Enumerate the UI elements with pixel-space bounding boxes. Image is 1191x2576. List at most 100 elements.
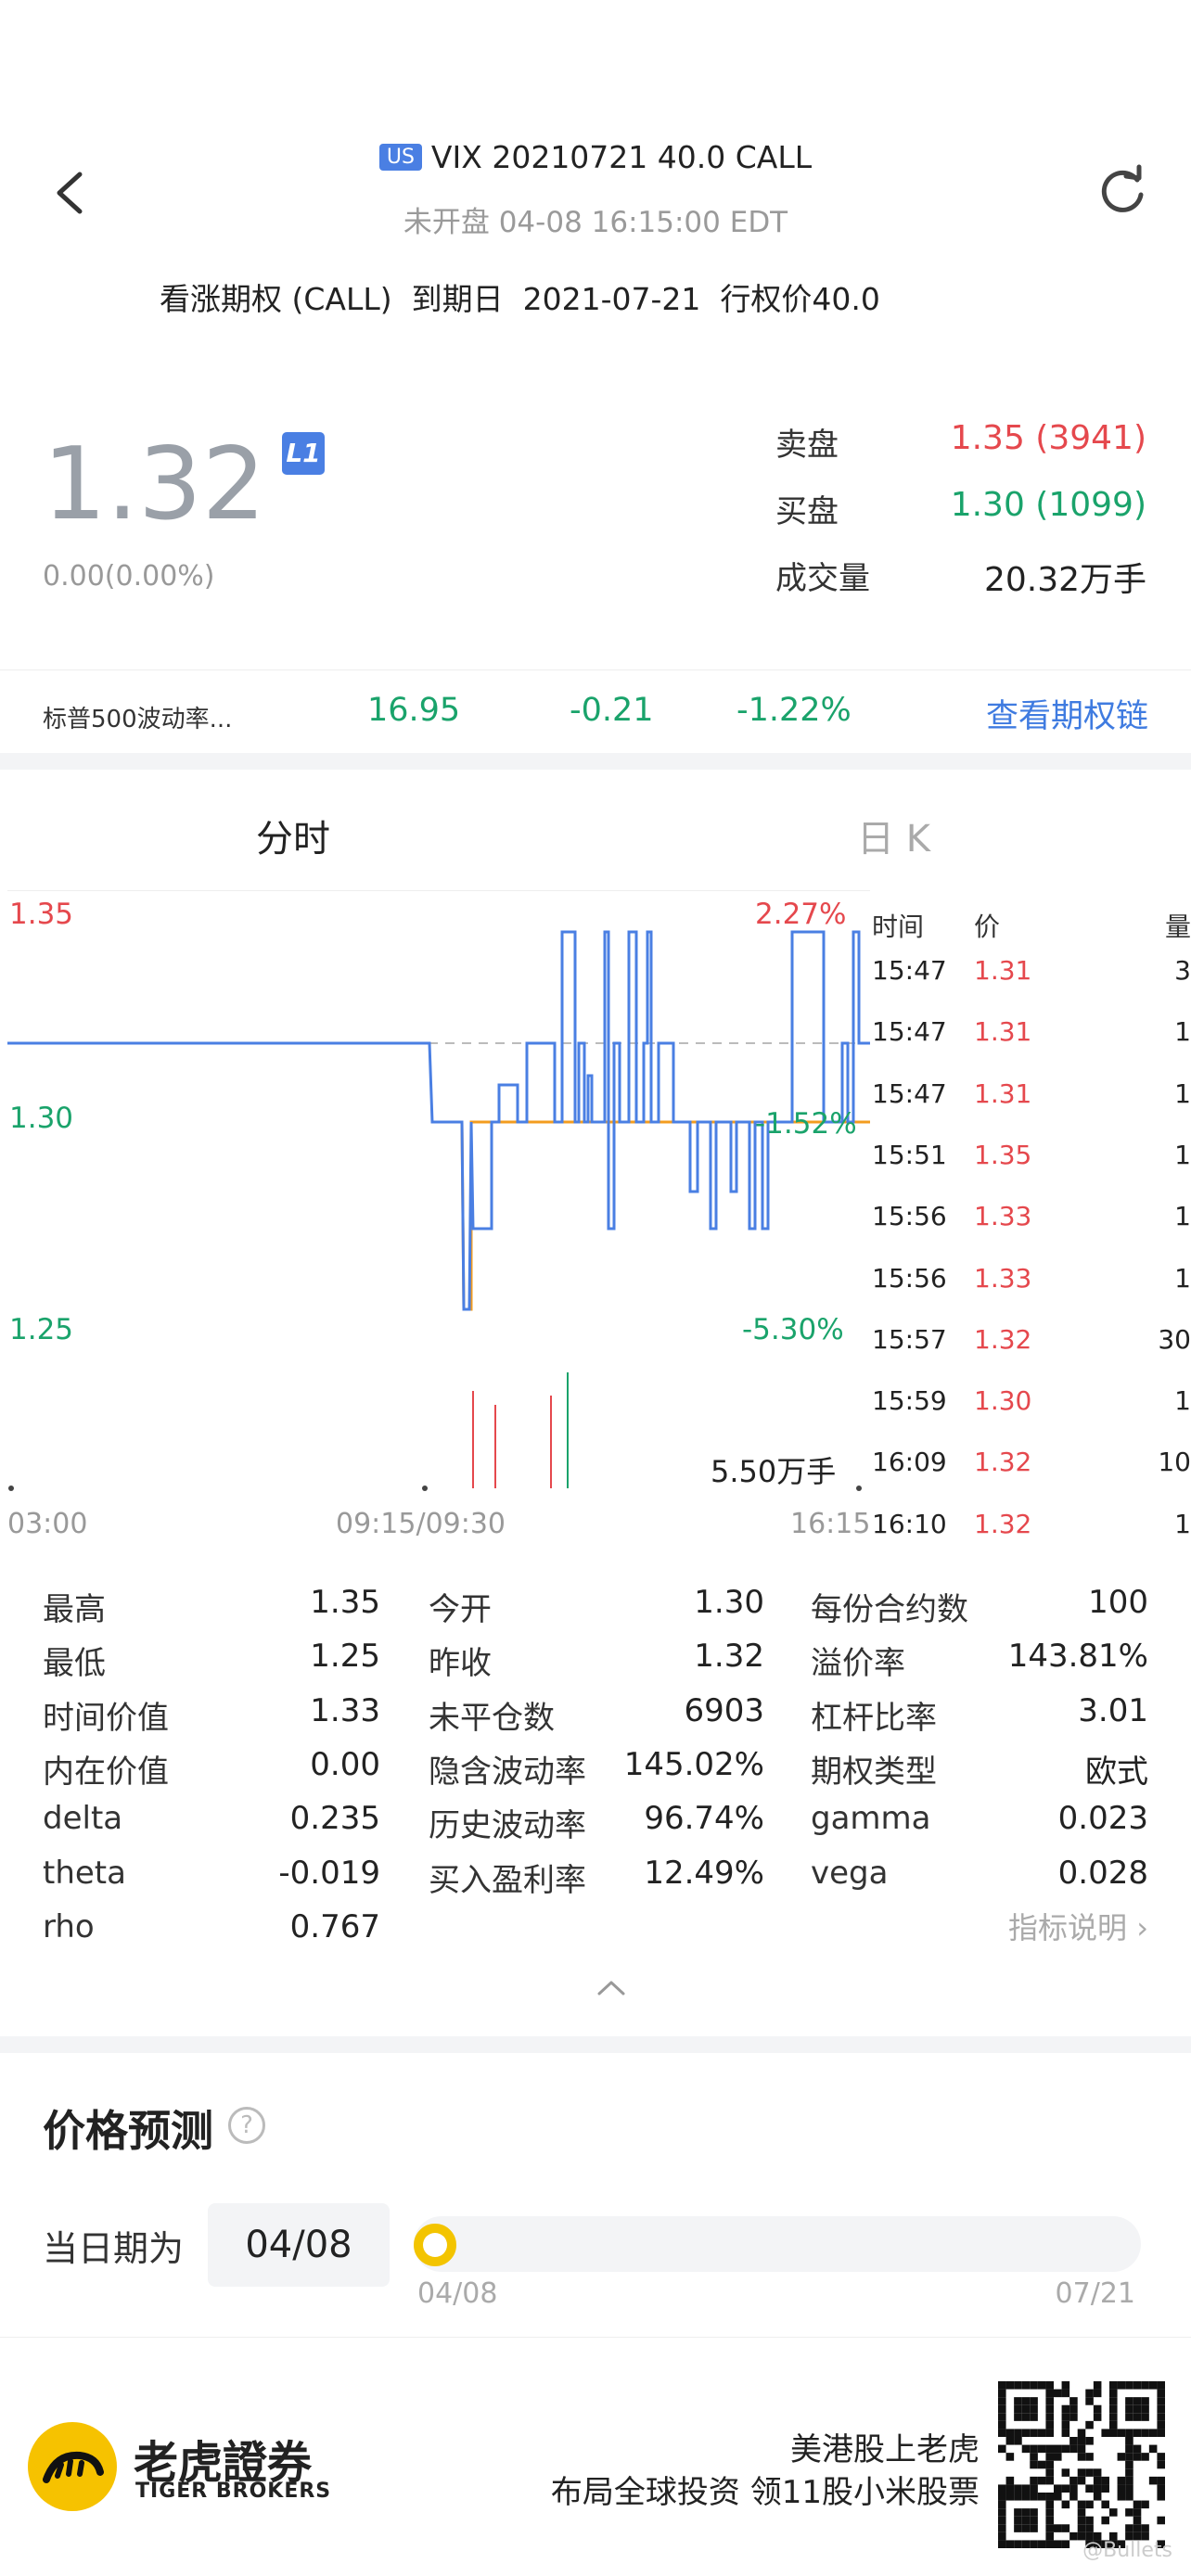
stat-value: 6903	[684, 1691, 764, 1729]
stat-value: 欧式	[1085, 1753, 1148, 1791]
page-title: US VIX 20210721 40.0 CALL	[0, 139, 1191, 175]
stat-value: 12.49%	[644, 1854, 764, 1892]
section-divider	[0, 2036, 1191, 2053]
tab-intraday[interactable]: 分时	[256, 809, 330, 862]
trades-header-time: 时间	[872, 912, 925, 942]
index-name: 标普500波动率...	[43, 706, 233, 733]
help-icon[interactable]: ?	[228, 2107, 265, 2144]
stat-value: 1.30	[694, 1584, 764, 1621]
stat-value: 96.74%	[644, 1800, 764, 1838]
date-field[interactable]: 04/08	[208, 2203, 390, 2287]
slogan-line-2: 布局全球投资 领11股小米股票	[550, 2474, 980, 2511]
stat-label: 期权类型	[811, 1753, 937, 1791]
y-label-high: 1.35	[9, 898, 74, 931]
stat-label: vega	[811, 1854, 889, 1892]
y-label-mid: 1.30	[9, 1102, 74, 1135]
trade-price: 1.30	[974, 1385, 1032, 1417]
forecast-title: 价格预测	[43, 2106, 213, 2156]
trade-time: 15:51	[872, 1139, 947, 1170]
slider-end-label: 07/21	[1055, 2277, 1135, 2310]
stat-label: 每份合约数	[811, 1591, 968, 1628]
trade-vol: 30	[1158, 1323, 1191, 1355]
x-label-end: 16:15	[790, 1508, 871, 1540]
stat-value: 145.02%	[623, 1745, 764, 1783]
trade-vol: 3	[1174, 955, 1191, 986]
trade-vol: 1	[1174, 1139, 1191, 1170]
date-label: 当日期为	[43, 2228, 185, 2269]
option-chain-link[interactable]: 查看期权链	[986, 690, 1148, 737]
stat-value: 0.028	[1057, 1854, 1148, 1892]
stat-label: 昨收	[429, 1645, 492, 1683]
price-change: 0.00(0.00%)	[43, 560, 215, 593]
qr-code	[998, 2381, 1165, 2548]
intraday-chart[interactable]	[7, 890, 870, 1493]
contract-title: VIX 20210721 40.0 CALL	[430, 139, 813, 175]
stat-label: 隐含波动率	[429, 1753, 586, 1791]
section-divider	[0, 753, 1191, 770]
trade-time: 16:10	[872, 1508, 947, 1539]
y-label-low: 1.25	[9, 1313, 74, 1346]
last-price: 1.32	[43, 427, 266, 542]
trade-vol: 1	[1174, 1201, 1191, 1232]
volume-value: 20.32万手	[983, 561, 1146, 599]
market-status: 未开盘 04-08 16:15:00 EDT	[403, 206, 788, 239]
bid-label: 买盘	[775, 493, 839, 530]
trade-time: 15:47	[872, 955, 947, 986]
tab-daily-k[interactable]: 日 K	[857, 809, 930, 862]
date-slider-track[interactable]	[414, 2216, 1141, 2272]
trade-vol: 1	[1174, 1078, 1191, 1109]
slider-start-label: 04/08	[417, 2277, 498, 2310]
level-badge: L1	[282, 432, 325, 475]
market-badge: US	[378, 144, 422, 171]
stat-label: theta	[43, 1854, 126, 1892]
stat-value: 3.01	[1078, 1691, 1148, 1729]
trade-vol: 1	[1174, 1262, 1191, 1294]
stat-label: 未平仓数	[429, 1699, 555, 1737]
index-percent: -1.22%	[736, 692, 852, 729]
trade-time: 15:47	[872, 1016, 947, 1048]
ask-value: 1.35 (3941)	[950, 419, 1146, 457]
stat-label: 历史波动率	[429, 1807, 586, 1845]
trade-time: 15:56	[872, 1262, 947, 1294]
stat-label: 买入盈利率	[429, 1861, 586, 1899]
ask-label: 卖盘	[775, 427, 839, 464]
trade-price: 1.31	[974, 1078, 1032, 1109]
stat-label: 时间价值	[43, 1699, 169, 1737]
trade-time: 15:56	[872, 1201, 947, 1232]
volume-dot	[856, 1486, 862, 1491]
stat-label: gamma	[811, 1800, 931, 1838]
refresh-icon	[1101, 164, 1144, 212]
stat-label: 内在价值	[43, 1753, 169, 1791]
trades-header-price: 价	[974, 912, 1001, 942]
chevron-right-icon: ›	[1136, 1910, 1148, 1945]
volume-dot	[8, 1486, 14, 1491]
index-change: -0.21	[570, 692, 654, 729]
expand-button[interactable]	[596, 1979, 627, 2001]
volume-max-label: 5.50万手	[711, 1454, 837, 1489]
stat-label: 杠杆比率	[811, 1699, 937, 1737]
trade-price: 1.32	[974, 1447, 1032, 1478]
y-label-pct-low: -5.30%	[742, 1313, 844, 1346]
stat-label: 最高	[43, 1591, 106, 1628]
indicator-explanation-link[interactable]: 指标说明 ›	[1008, 1905, 1148, 1947]
stat-value: 0.767	[289, 1907, 380, 1945]
trade-time: 15:47	[872, 1078, 947, 1109]
trade-price: 1.35	[974, 1139, 1032, 1170]
stat-value: -0.019	[278, 1854, 380, 1892]
stat-value: 1.32	[694, 1638, 764, 1676]
y-label-pct-mid: -1.52%	[755, 1107, 857, 1141]
trade-vol: 10	[1158, 1447, 1191, 1478]
trade-vol: 1	[1174, 1385, 1191, 1417]
stat-value: 1.25	[310, 1638, 380, 1676]
stat-value: 100	[1088, 1584, 1148, 1621]
trade-price: 1.32	[974, 1508, 1032, 1539]
refresh-button[interactable]	[1095, 163, 1150, 219]
price-line	[7, 930, 870, 1311]
stat-value: 1.33	[310, 1691, 380, 1729]
x-label-start: 03:00	[7, 1508, 88, 1540]
tiger-logo	[28, 2422, 117, 2511]
stat-value: 0.00	[310, 1745, 380, 1783]
stat-label: 今开	[429, 1591, 492, 1628]
watermark: @Bullets	[1082, 2539, 1172, 2562]
brand-name-en: TIGER BROKERS	[135, 2480, 332, 2503]
